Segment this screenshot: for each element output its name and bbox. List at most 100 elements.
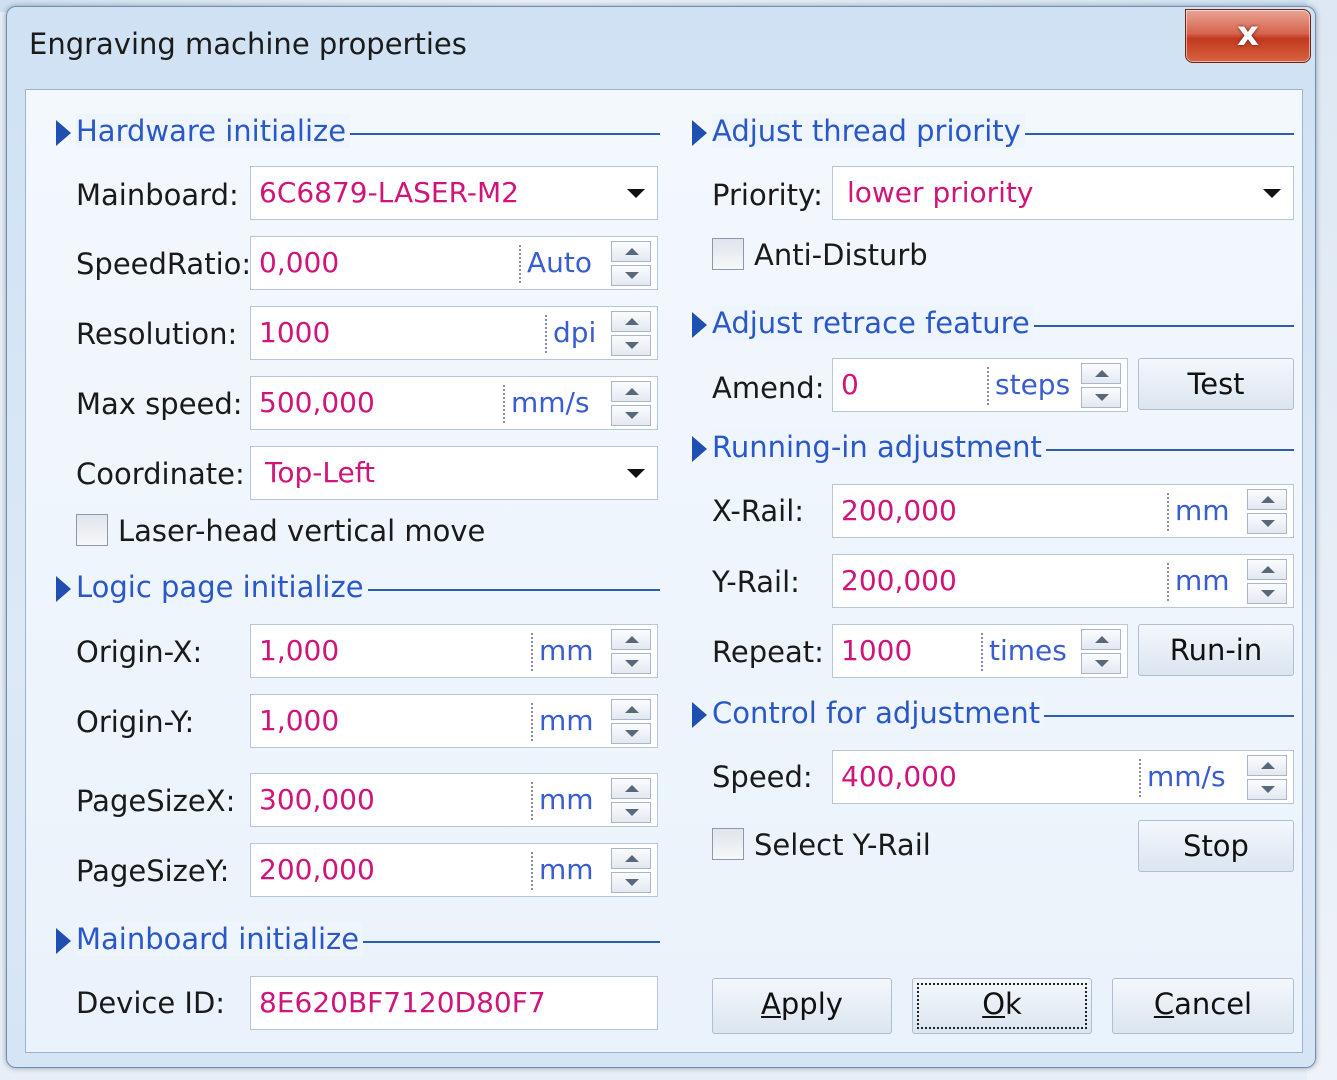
spin-up-icon[interactable] — [1081, 629, 1121, 650]
spin-down-icon[interactable] — [611, 653, 651, 674]
cancel-mnemonic: C — [1153, 987, 1175, 1021]
x-rail-spinner[interactable] — [1247, 489, 1289, 535]
chevron-down-icon[interactable] — [627, 189, 645, 198]
speed-unit: mm/s — [1147, 760, 1226, 793]
y-rail-unit: mm — [1175, 564, 1230, 597]
pagesize-x-unit: mm — [539, 783, 594, 816]
spin-down-icon[interactable] — [1081, 653, 1121, 674]
spin-down-icon[interactable] — [611, 265, 651, 286]
spin-up-icon[interactable] — [611, 241, 651, 262]
laser-vertical-checkbox[interactable] — [76, 514, 108, 546]
y-rail-field[interactable]: 200,000 mm — [832, 554, 1294, 608]
spin-down-icon[interactable] — [611, 723, 651, 744]
origin-y-label: Origin-Y: — [76, 705, 195, 739]
maxspeed-field[interactable]: 500,000 mm/s — [250, 376, 658, 430]
chevron-down-icon[interactable] — [1263, 189, 1281, 198]
coordinate-combobox[interactable]: Top-Left — [250, 446, 658, 500]
pagesize-y-label: PageSizeY: — [76, 854, 230, 888]
priority-combobox[interactable]: lower priority — [832, 166, 1294, 220]
close-button[interactable]: x — [1185, 9, 1311, 63]
spin-down-icon[interactable] — [1247, 513, 1287, 534]
ok-mnemonic: O — [982, 987, 1006, 1021]
spin-up-icon[interactable] — [611, 778, 651, 799]
speed-spinner[interactable] — [1247, 755, 1289, 801]
amend-value: 0 — [841, 368, 859, 401]
spin-up-icon[interactable] — [611, 381, 651, 402]
laser-vertical-label[interactable]: Laser-head vertical move — [118, 514, 485, 548]
spin-up-icon[interactable] — [611, 629, 651, 650]
repeat-spinner[interactable] — [1081, 629, 1123, 675]
spin-up-icon[interactable] — [1247, 559, 1287, 580]
cancel-rest: ancel — [1174, 987, 1253, 1021]
section-control-for-adjustment: Control for adjustment — [692, 696, 1294, 732]
pagesize-y-field[interactable]: 200,000 mm — [250, 843, 658, 897]
close-icon: x — [1237, 14, 1259, 54]
spin-down-icon[interactable] — [1081, 387, 1121, 408]
mainboard-label: Mainboard: — [76, 178, 239, 212]
spin-up-icon[interactable] — [611, 848, 651, 869]
spin-up-icon[interactable] — [611, 699, 651, 720]
select-yrail-label[interactable]: Select Y-Rail — [754, 828, 931, 862]
origin-x-spinner[interactable] — [611, 629, 653, 675]
device-id-label: Device ID: — [76, 986, 226, 1020]
spin-up-icon[interactable] — [1081, 363, 1121, 384]
repeat-field[interactable]: 1000 times — [832, 624, 1128, 678]
mainboard-value: 6C6879-LASER-M2 — [259, 176, 519, 209]
origin-y-spinner[interactable] — [611, 699, 653, 745]
pagesize-x-spinner[interactable] — [611, 778, 653, 824]
select-yrail-checkbox[interactable] — [712, 828, 744, 860]
origin-x-field[interactable]: 1,000 mm — [250, 624, 658, 678]
maxspeed-unit: mm/s — [511, 386, 590, 419]
spin-down-icon[interactable] — [611, 335, 651, 356]
maxspeed-spinner[interactable] — [611, 381, 653, 427]
ok-button[interactable]: Ok — [912, 978, 1092, 1034]
section-arrow-icon — [692, 702, 707, 728]
x-rail-field[interactable]: 200,000 mm — [832, 484, 1294, 538]
origin-y-unit: mm — [539, 704, 594, 737]
pagesize-x-field[interactable]: 300,000 mm — [250, 773, 658, 827]
amend-field[interactable]: 0 steps — [832, 358, 1128, 412]
stop-button[interactable]: Stop — [1138, 820, 1294, 872]
origin-x-value: 1,000 — [259, 634, 340, 667]
spin-up-icon[interactable] — [1247, 489, 1287, 510]
spin-down-icon[interactable] — [1247, 583, 1287, 604]
resolution-field[interactable]: 1000 dpi — [250, 306, 658, 360]
spin-up-icon[interactable] — [611, 311, 651, 332]
section-title: Hardware initialize — [76, 114, 351, 148]
section-hardware-initialize: Hardware initialize — [56, 114, 660, 150]
resolution-label: Resolution: — [76, 317, 238, 351]
x-rail-label: X-Rail: — [712, 494, 805, 528]
y-rail-spinner[interactable] — [1247, 559, 1289, 605]
unit-separator — [519, 245, 521, 283]
spin-down-icon[interactable] — [611, 872, 651, 893]
origin-y-field[interactable]: 1,000 mm — [250, 694, 658, 748]
anti-disturb-checkbox[interactable] — [712, 238, 744, 270]
amend-spinner[interactable] — [1081, 363, 1123, 409]
pagesize-y-spinner[interactable] — [611, 848, 653, 894]
anti-disturb-label[interactable]: Anti-Disturb — [754, 238, 928, 272]
section-adjust-thread-priority: Adjust thread priority — [692, 114, 1294, 150]
speedratio-value: 0,000 — [259, 246, 340, 279]
unit-separator — [987, 367, 989, 405]
device-id-field[interactable]: 8E620BF7120D80F7 — [250, 976, 658, 1030]
spin-down-icon[interactable] — [611, 802, 651, 823]
unit-separator — [503, 385, 505, 423]
resolution-spinner[interactable] — [611, 311, 653, 357]
test-button-label: Test — [1187, 367, 1245, 401]
speedratio-spinner[interactable] — [611, 241, 653, 287]
spin-down-icon[interactable] — [1247, 779, 1287, 800]
apply-button[interactable]: Apply — [712, 978, 892, 1034]
speedratio-field[interactable]: 0,000 Auto — [250, 236, 658, 290]
cancel-button[interactable]: Cancel — [1112, 978, 1294, 1034]
speed-label: Speed: — [712, 760, 813, 794]
chevron-down-icon[interactable] — [627, 469, 645, 478]
title-bar[interactable]: Engraving machine properties x — [7, 7, 1315, 87]
section-arrow-icon — [692, 120, 707, 146]
mainboard-combobox[interactable]: 6C6879-LASER-M2 — [250, 166, 658, 220]
section-title: Adjust thread priority — [712, 114, 1025, 148]
spin-down-icon[interactable] — [611, 405, 651, 426]
spin-up-icon[interactable] — [1247, 755, 1287, 776]
run-in-button[interactable]: Run-in — [1138, 624, 1294, 676]
speed-field[interactable]: 400,000 mm/s — [832, 750, 1294, 804]
test-button[interactable]: Test — [1138, 358, 1294, 410]
